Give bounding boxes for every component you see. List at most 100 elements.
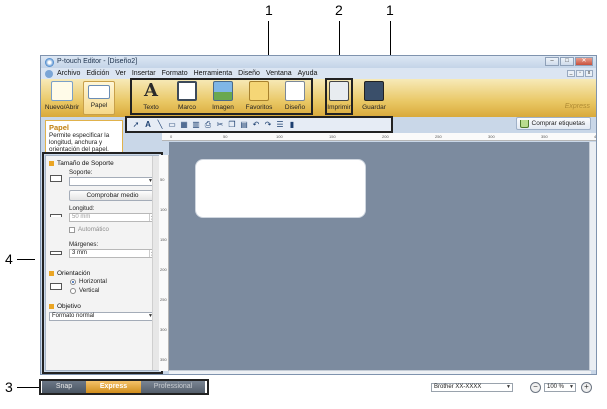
section-tamano: Tamaño de Soporte <box>49 160 114 167</box>
professional-mode-button[interactable]: Professional <box>141 381 205 393</box>
ruler-tick-label: 50 <box>223 134 228 139</box>
table-tool-icon[interactable]: ▦ <box>179 120 189 130</box>
callout-4: 4 <box>5 251 13 267</box>
comprar-etiquetas-button[interactable]: Comprar etiquetas <box>515 117 591 130</box>
section-marker <box>49 271 54 276</box>
margenes-input[interactable]: 3 mm▲▼ <box>69 249 156 258</box>
papel-button[interactable]: Papel <box>83 81 115 115</box>
section-orientacion: Orientación <box>49 270 90 277</box>
ruler-tick-label: 0 <box>170 134 173 139</box>
orientation-icon <box>50 283 62 290</box>
document-icon[interactable] <box>45 69 53 78</box>
menu-ventana[interactable]: Ventana <box>266 70 292 77</box>
minimize-icon[interactable]: – <box>545 57 559 66</box>
callout-2: 2 <box>335 2 343 18</box>
copy-icon[interactable]: ❐ <box>227 120 237 130</box>
menu-formato[interactable]: Formato <box>162 70 188 77</box>
vertical-scrollbar[interactable] <box>589 142 596 370</box>
layout-icon <box>285 81 305 101</box>
drawing-toolbar: ➚ A ╲ ▭ ▦ ▥ ⎙ ✂ ❐ ▤ ↶ ↷ ☰ ▮ <box>127 118 391 131</box>
guardar-button[interactable]: Guardar <box>357 81 391 115</box>
panel-scrollbar[interactable] <box>152 156 159 370</box>
longitud-label: Longitud: <box>69 205 95 212</box>
properties-icon[interactable]: ☰ <box>275 120 285 130</box>
menu-ayuda[interactable]: Ayuda <box>298 70 318 77</box>
app-icon <box>45 58 54 67</box>
favorites-icon <box>249 81 269 101</box>
window-title: P-touch Editor - [Diseño2] <box>57 58 138 65</box>
menu-edicion[interactable]: Edición <box>86 70 109 77</box>
vertical-label: Vertical <box>79 287 100 294</box>
ruler-tick-label: 50 <box>160 177 165 182</box>
line-tool-icon[interactable]: ╲ <box>155 120 165 130</box>
doc-restore-icon[interactable]: ▫ <box>576 70 584 77</box>
express-mode-button[interactable]: Express <box>86 381 141 393</box>
objetivo-select[interactable]: Formato normal ▼ <box>49 312 156 321</box>
nuevo-abrir-button[interactable]: Nuevo/Abrir <box>42 81 82 115</box>
text-icon: A <box>144 80 158 101</box>
horizontal-ruler: 0 50 100 150 200 250 300 350 400 <box>162 133 596 141</box>
close-icon[interactable]: ✕ <box>575 57 593 66</box>
automatico-checkbox[interactable] <box>69 227 75 233</box>
maximize-icon[interactable]: □ <box>560 57 574 66</box>
redo-icon[interactable]: ↷ <box>263 120 273 130</box>
app-window: P-touch Editor - [Diseño2] – □ ✕ Archivo… <box>40 55 597 375</box>
texto-button[interactable]: A Texto <box>133 81 169 115</box>
diseno-button[interactable]: Diseño <box>277 81 313 115</box>
rectangle-tool-icon[interactable]: ▭ <box>167 120 177 130</box>
chevron-down-icon: ▼ <box>506 384 511 390</box>
vertical-ruler: 50 100 150 200 250 300 350 <box>159 155 169 371</box>
snap-mode-button[interactable]: Snap <box>42 381 86 393</box>
favoritos-label: Favoritos <box>245 104 273 111</box>
paste-icon[interactable]: ▤ <box>239 120 249 130</box>
undo-icon[interactable]: ↶ <box>251 120 261 130</box>
section-marker <box>49 161 54 166</box>
horizontal-radio[interactable] <box>70 279 76 285</box>
vertical-radio[interactable] <box>70 288 76 294</box>
info-heading: Papel <box>49 123 70 132</box>
marco-button[interactable]: Marco <box>169 81 205 115</box>
zoom-in-icon[interactable]: + <box>581 382 592 393</box>
cut-icon[interactable]: ✂ <box>215 120 225 130</box>
soporte-select[interactable]: ▼ <box>69 177 156 186</box>
editing-canvas[interactable] <box>169 142 591 370</box>
longitud-input[interactable]: 50 mm▲▼ <box>69 213 156 222</box>
ruler-tick-label: 300 <box>488 134 495 139</box>
window-controls: – □ ✕ <box>545 57 593 66</box>
ruler-tick-label: 150 <box>329 134 336 139</box>
properties-panel: Tamaño de Soporte Soporte: ▼ Comprobar m… <box>45 155 160 371</box>
comprobar-medio-button[interactable]: Comprobar medio <box>69 190 156 201</box>
title-bar: P-touch Editor - [Diseño2] – □ ✕ <box>41 56 596 68</box>
margenes-label: Márgenes: <box>69 241 99 248</box>
menu-archivo[interactable]: Archivo <box>57 70 80 77</box>
chevron-down-icon: ▼ <box>569 384 574 390</box>
favoritos-button[interactable]: Favoritos <box>241 81 277 115</box>
horizontal-scrollbar[interactable] <box>169 370 591 374</box>
ruler-tick-label: 200 <box>382 134 389 139</box>
menu-insertar[interactable]: Insertar <box>132 70 156 77</box>
select-arrow-icon[interactable]: ➚ <box>131 120 141 130</box>
printer-select[interactable]: Brother XX-XXXX ▼ <box>431 383 513 392</box>
ruler-tick-label: 300 <box>160 327 167 332</box>
zoom-out-icon[interactable]: − <box>530 382 541 393</box>
doc-close-icon[interactable]: x <box>585 70 593 77</box>
menu-diseno[interactable]: Diseño <box>238 70 260 77</box>
callout-1-left: 1 <box>265 2 273 18</box>
imagen-button[interactable]: Imagen <box>205 81 241 115</box>
menu-bar: Archivo Edición Ver Insertar Formato Her… <box>41 68 596 79</box>
callout-1-right: 1 <box>386 2 394 18</box>
zoom-select[interactable]: 100 % ▼ <box>544 383 576 392</box>
express-watermark: Express <box>564 103 590 110</box>
imprimir-button[interactable]: Imprimir <box>324 81 354 115</box>
database-icon[interactable]: ▮ <box>287 120 297 130</box>
guardar-label: Guardar <box>362 104 386 111</box>
callout-line <box>17 259 35 260</box>
text-tool-icon[interactable]: A <box>143 120 153 130</box>
print-preview-icon[interactable]: ⎙ <box>203 120 213 130</box>
menu-herramienta[interactable]: Herramienta <box>194 70 233 77</box>
nuevo-abrir-label: Nuevo/Abrir <box>44 104 80 111</box>
barcode-tool-icon[interactable]: ▥ <box>191 120 201 130</box>
label-layout[interactable] <box>195 159 366 218</box>
menu-ver[interactable]: Ver <box>115 70 126 77</box>
doc-minimize-icon[interactable]: _ <box>567 70 575 77</box>
